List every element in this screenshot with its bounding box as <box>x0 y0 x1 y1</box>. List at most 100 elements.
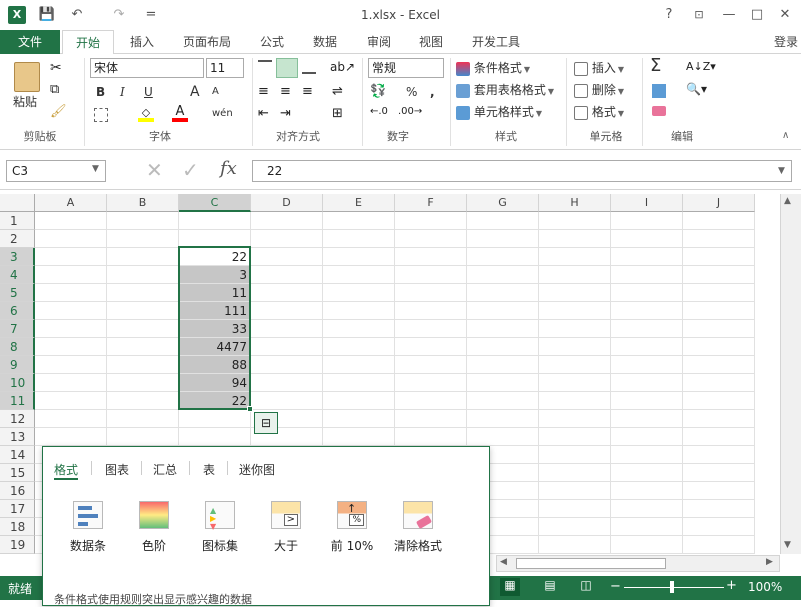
percent-button[interactable]: % <box>406 82 417 102</box>
accounting-format-icon[interactable]: 💱 <box>370 84 386 99</box>
cell-h6[interactable] <box>539 302 611 320</box>
cell-e4[interactable] <box>323 266 395 284</box>
align-right-icon[interactable]: ≡ <box>302 84 313 99</box>
formula-input[interactable]: 22 <box>252 160 792 182</box>
row-header-3[interactable]: 3 <box>0 248 35 266</box>
cell-i11[interactable] <box>611 392 683 410</box>
cell-d8[interactable] <box>251 338 323 356</box>
find-select-icon[interactable]: 🔍▾ <box>686 82 707 96</box>
cell-j13[interactable] <box>683 428 755 446</box>
cell-e10[interactable] <box>323 374 395 392</box>
cell-h13[interactable] <box>539 428 611 446</box>
cell-a1[interactable] <box>35 212 107 230</box>
row-header-4[interactable]: 4 <box>0 266 35 284</box>
align-top-icon[interactable] <box>258 60 272 74</box>
normal-view-icon[interactable]: ▦ <box>500 578 520 596</box>
enter-icon[interactable]: ✓ <box>182 158 199 182</box>
cell-d2[interactable] <box>251 230 323 248</box>
sort-filter-icon[interactable]: A↓Z▾ <box>686 60 716 73</box>
cell-i3[interactable] <box>611 248 683 266</box>
cut-icon[interactable]: ✂ <box>50 60 62 76</box>
cell-h18[interactable] <box>539 518 611 536</box>
cell-b6[interactable] <box>107 302 179 320</box>
row-header-2[interactable]: 2 <box>0 230 35 248</box>
cell-h4[interactable] <box>539 266 611 284</box>
column-header-g[interactable]: G <box>467 194 539 212</box>
cell-a4[interactable] <box>35 266 107 284</box>
cell-i7[interactable] <box>611 320 683 338</box>
cell-a2[interactable] <box>35 230 107 248</box>
shrink-font-button[interactable]: A <box>212 82 219 102</box>
cell-d1[interactable] <box>251 212 323 230</box>
italic-button[interactable]: I <box>120 82 125 102</box>
row-header-10[interactable]: 10 <box>0 374 35 392</box>
qa-greater-than[interactable]: > 大于 <box>259 501 313 554</box>
cell-d5[interactable] <box>251 284 323 302</box>
cell-e2[interactable] <box>323 230 395 248</box>
cell-d3[interactable] <box>251 248 323 266</box>
cell-e11[interactable] <box>323 392 395 410</box>
zoom-slider-thumb[interactable] <box>670 581 674 593</box>
cell-j16[interactable] <box>683 482 755 500</box>
cell-g13[interactable] <box>467 428 539 446</box>
quick-analysis-button[interactable]: ⊟ <box>254 412 278 434</box>
horizontal-scroll-thumb[interactable] <box>516 558 666 569</box>
zoom-level[interactable]: 100% <box>748 580 782 594</box>
cell-j17[interactable] <box>683 500 755 518</box>
column-header-h[interactable]: H <box>539 194 611 212</box>
cell-f4[interactable] <box>395 266 467 284</box>
cell-h3[interactable] <box>539 248 611 266</box>
cell-a9[interactable] <box>35 356 107 374</box>
cell-b3[interactable] <box>107 248 179 266</box>
cell-h17[interactable] <box>539 500 611 518</box>
cell-e12[interactable] <box>323 410 395 428</box>
cell-i12[interactable] <box>611 410 683 428</box>
wrap-text-icon[interactable]: ⇌ <box>332 84 343 99</box>
autosum-button[interactable]: Σ <box>650 56 661 76</box>
qa-tab-totals[interactable]: 汇总 <box>153 461 177 478</box>
cell-a3[interactable] <box>35 248 107 266</box>
cell-a12[interactable] <box>35 410 107 428</box>
format-painter-icon[interactable]: 🖌 <box>50 104 67 119</box>
delete-cells-button[interactable]: 删除 ▼ <box>574 80 624 100</box>
cell-a7[interactable] <box>35 320 107 338</box>
close-button[interactable]: ✕ <box>774 5 796 25</box>
qa-tab-charts[interactable]: 图表 <box>105 461 129 478</box>
cell-a13[interactable] <box>35 428 107 446</box>
row-header-16[interactable]: 16 <box>0 482 35 500</box>
paste-icon[interactable] <box>14 62 40 92</box>
comma-button[interactable]: , <box>430 82 435 102</box>
cell-b13[interactable] <box>107 428 179 446</box>
row-header-15[interactable]: 15 <box>0 464 35 482</box>
cell-e3[interactable] <box>323 248 395 266</box>
cell-b7[interactable] <box>107 320 179 338</box>
cell-g8[interactable] <box>467 338 539 356</box>
cell-g2[interactable] <box>467 230 539 248</box>
cell-g3[interactable] <box>467 248 539 266</box>
cell-b2[interactable] <box>107 230 179 248</box>
zoom-in-button[interactable]: + <box>726 578 737 593</box>
cell-e7[interactable] <box>323 320 395 338</box>
page-layout-view-icon[interactable]: ▤ <box>540 578 560 596</box>
cell-g5[interactable] <box>467 284 539 302</box>
cell-g9[interactable] <box>467 356 539 374</box>
cell-j1[interactable] <box>683 212 755 230</box>
cancel-icon[interactable]: ✕ <box>146 158 163 182</box>
tab-insert[interactable]: 插入 <box>118 30 166 55</box>
qa-icon-sets[interactable]: ▲ ▶ ▼ 图标集 <box>193 501 247 554</box>
cell-c13[interactable] <box>179 428 251 446</box>
cell-g7[interactable] <box>467 320 539 338</box>
cell-i15[interactable] <box>611 464 683 482</box>
cell-c1[interactable] <box>179 212 251 230</box>
cell-g6[interactable] <box>467 302 539 320</box>
cell-i10[interactable] <box>611 374 683 392</box>
insert-cells-button[interactable]: 插入 ▼ <box>574 58 624 78</box>
cell-f3[interactable] <box>395 248 467 266</box>
column-header-b[interactable]: B <box>107 194 179 212</box>
expand-formula-icon[interactable]: ▼ <box>778 166 785 176</box>
column-header-c[interactable]: C <box>179 194 251 212</box>
cell-h1[interactable] <box>539 212 611 230</box>
cell-h7[interactable] <box>539 320 611 338</box>
cell-f5[interactable] <box>395 284 467 302</box>
tab-developer[interactable]: 开发工具 <box>464 30 528 55</box>
